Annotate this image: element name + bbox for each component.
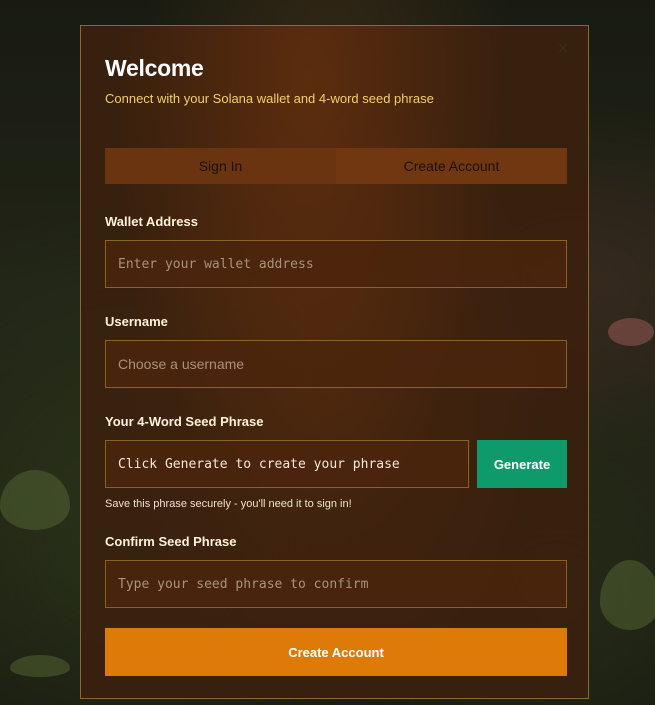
create-account-button[interactable]: Create Account bbox=[105, 628, 567, 676]
tab-create-account[interactable]: Create Account bbox=[336, 148, 567, 184]
modal-title: Welcome bbox=[105, 55, 204, 81]
seed-phrase-display: Click Generate to create your phrase bbox=[105, 440, 469, 488]
seed-phrase-hint: Save this phrase securely - you'll need … bbox=[105, 498, 352, 510]
modal-subtitle: Connect with your Solana wallet and 4-wo… bbox=[105, 91, 434, 106]
confirm-seed-label: Confirm Seed Phrase bbox=[105, 534, 237, 549]
background-flower bbox=[608, 318, 654, 346]
close-button[interactable] bbox=[556, 41, 570, 55]
confirm-seed-input[interactable] bbox=[105, 560, 567, 608]
username-input[interactable] bbox=[105, 340, 567, 388]
close-icon bbox=[558, 43, 568, 53]
auth-tabs: Sign In Create Account bbox=[105, 148, 567, 184]
seed-phrase-label: Your 4-Word Seed Phrase bbox=[105, 414, 264, 429]
tab-sign-in[interactable]: Sign In bbox=[105, 148, 336, 184]
background-lily-pad bbox=[10, 655, 70, 677]
generate-button[interactable]: Generate bbox=[477, 440, 567, 488]
wallet-address-label: Wallet Address bbox=[105, 214, 198, 229]
auth-modal: Welcome Connect with your Solana wallet … bbox=[80, 25, 589, 699]
username-label: Username bbox=[105, 314, 168, 329]
wallet-address-input[interactable] bbox=[105, 240, 567, 288]
seed-phrase-text: Click Generate to create your phrase bbox=[118, 456, 400, 472]
